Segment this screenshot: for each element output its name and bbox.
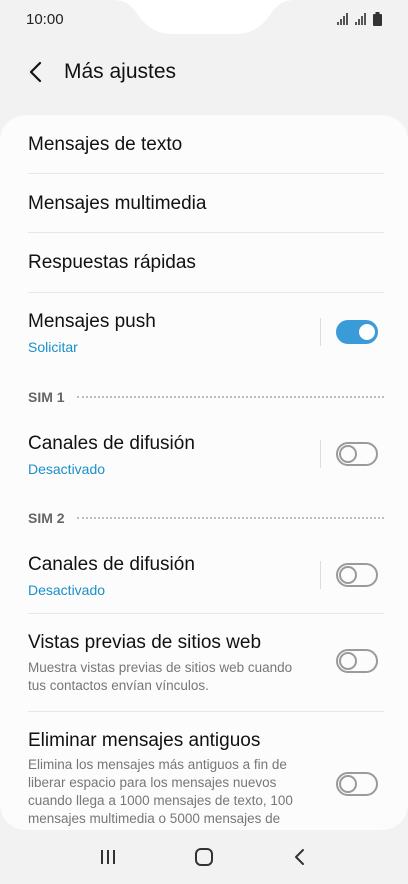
setting-status: Desactivado: [28, 461, 106, 477]
toggle-knob: [339, 445, 357, 463]
setting-push-messages[interactable]: Mensajes push Solicitar: [28, 293, 384, 363]
push-messages-toggle[interactable]: [336, 320, 378, 344]
nav-back-button[interactable]: [276, 837, 324, 877]
divider: [320, 440, 321, 468]
toggle-knob: [339, 566, 357, 584]
web-previews-toggle[interactable]: [336, 649, 378, 673]
setting-title: Vistas previas de sitios web: [28, 632, 262, 653]
section-divider: [76, 396, 384, 398]
setting-sim1-broadcast[interactable]: Canales de difusión Desactivado: [28, 415, 384, 487]
back-button[interactable]: [12, 48, 60, 96]
home-button[interactable]: [180, 837, 228, 877]
recents-button[interactable]: [84, 837, 132, 877]
setting-title: Canales de difusión: [28, 433, 195, 454]
status-time: 10:00: [26, 11, 64, 28]
divider: [320, 318, 321, 346]
setting-quick-responses[interactable]: Respuestas rápidas: [28, 233, 384, 293]
setting-title: Respuestas rápidas: [28, 252, 196, 273]
setting-title: Canales de difusión: [28, 554, 195, 575]
section-header-sim2: SIM 2: [28, 508, 384, 528]
setting-title: Eliminar mensajes antiguos: [28, 730, 261, 751]
back-arrow-icon: [29, 61, 42, 83]
delete-old-messages-toggle[interactable]: [336, 772, 378, 796]
toggle-knob: [339, 775, 357, 793]
navigation-bar: [0, 830, 408, 884]
signal-icon: [355, 13, 366, 25]
setting-title: Mensajes multimedia: [28, 193, 207, 214]
signal-icon: [337, 13, 348, 25]
setting-sim2-broadcast[interactable]: Canales de difusión Desactivado: [28, 536, 384, 614]
setting-multimedia-messages[interactable]: Mensajes multimedia: [28, 174, 384, 233]
settings-list: Mensajes de texto Mensajes multimedia Re…: [0, 115, 408, 830]
toggle-knob: [339, 652, 357, 670]
page-title: Más ajustes: [64, 60, 177, 83]
section-label: SIM 1: [28, 389, 65, 405]
setting-text-messages[interactable]: Mensajes de texto: [28, 115, 384, 174]
sim2-broadcast-toggle[interactable]: [336, 563, 378, 587]
nav-back-icon: [295, 849, 304, 865]
setting-web-previews[interactable]: Vistas previas de sitios web Muestra vis…: [28, 614, 384, 712]
toggle-knob: [357, 322, 377, 342]
home-icon: [195, 848, 213, 866]
status-bar: 10:00: [0, 0, 408, 40]
divider: [320, 561, 321, 589]
setting-delete-old-messages[interactable]: Eliminar mensajes antiguos Elimina los m…: [28, 712, 384, 830]
setting-description: Elimina los mensajes más antiguos a fin …: [28, 757, 293, 830]
app-header: Más ajustes: [0, 40, 408, 104]
sim1-broadcast-toggle[interactable]: [336, 442, 378, 466]
setting-description: Muestra vistas previas de sitios web cua…: [28, 660, 293, 693]
setting-title: Mensajes de texto: [28, 134, 183, 155]
battery-icon: [373, 12, 382, 26]
section-label: SIM 2: [28, 510, 65, 526]
section-header-sim1: SIM 1: [28, 387, 384, 407]
setting-title: Mensajes push: [28, 311, 156, 332]
setting-status: Solicitar: [28, 339, 78, 355]
recents-icon: [101, 850, 115, 864]
setting-status: Desactivado: [28, 582, 106, 598]
display-notch: [112, 0, 296, 34]
status-icons: [337, 12, 382, 26]
section-divider: [76, 517, 384, 519]
